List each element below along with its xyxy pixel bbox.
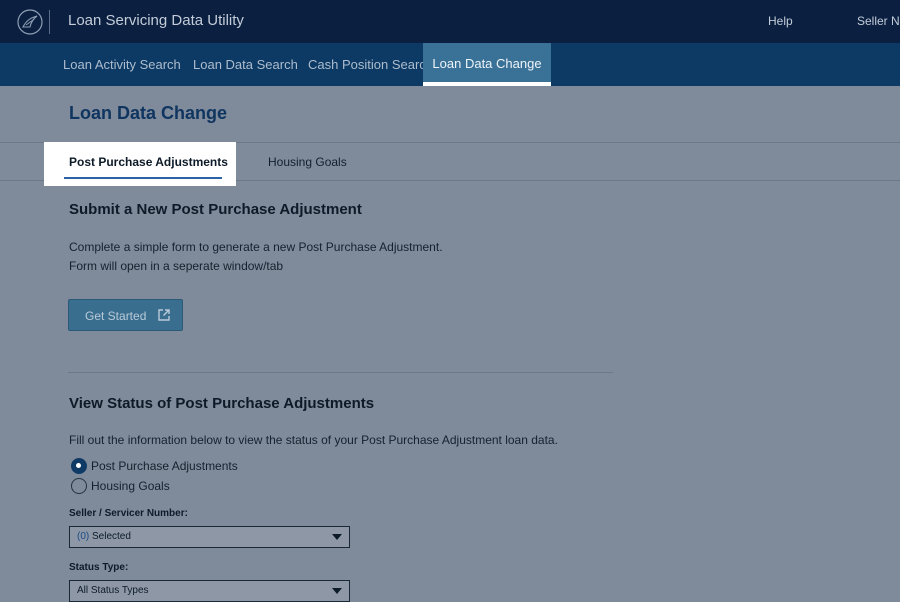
status-type-value: All Status Types <box>77 585 149 596</box>
radio-label-post-purchase-adjustments: Post Purchase Adjustments <box>91 459 238 473</box>
seller-servicer-select[interactable]: (0) Selected <box>69 526 350 548</box>
top-bar: Loan Servicing Data Utility Help Seller … <box>0 0 900 43</box>
status-section-heading: View Status of Post Purchase Adjustments <box>69 395 375 412</box>
submit-section-heading: Submit a New Post Purchase Adjustment <box>69 201 362 218</box>
app-title: Loan Servicing Data Utility <box>68 12 244 29</box>
section-divider <box>68 372 613 373</box>
seller-servicer-label: Seller / Servicer Number: <box>69 508 188 519</box>
nav-loan-data-change[interactable]: Loan Data Change <box>423 43 551 86</box>
radio-post-purchase-adjustments[interactable] <box>71 458 87 474</box>
status-description: Fill out the information below to view t… <box>69 433 558 447</box>
chevron-down-icon <box>332 588 342 594</box>
tab-housing-goals[interactable]: Housing Goals <box>268 155 347 169</box>
get-started-label: Get Started <box>85 309 147 323</box>
nav-loan-activity-search[interactable]: Loan Activity Search <box>63 43 181 86</box>
nav-loan-data-search[interactable]: Loan Data Search <box>193 43 298 86</box>
seller-number-link[interactable]: Seller No <box>857 14 900 28</box>
submit-description-line2: Form will open in a seperate window/tab <box>69 259 284 273</box>
help-link[interactable]: Help <box>768 14 793 28</box>
tab-label: Post Purchase Adjustments <box>69 155 228 169</box>
seller-select-value: (0) Selected <box>77 531 131 542</box>
main-nav: Loan Activity Search Loan Data Search Ca… <box>0 43 900 86</box>
active-tab-indicator <box>64 177 222 179</box>
radio-label-housing-goals: Housing Goals <box>91 479 170 493</box>
nav-cash-position-search[interactable]: Cash Position Search <box>308 43 433 86</box>
chevron-down-icon <box>332 534 342 540</box>
status-type-select[interactable]: All Status Types <box>69 580 350 602</box>
selected-text: Selected <box>92 531 131 542</box>
logo-separator <box>49 10 50 34</box>
external-link-icon <box>158 309 170 321</box>
selected-count: (0) <box>77 531 90 542</box>
status-type-label: Status Type: <box>69 562 129 573</box>
page-title: Loan Data Change <box>69 103 228 123</box>
submit-description-line1: Complete a simple form to generate a new… <box>69 240 443 254</box>
tab-post-purchase-adjustments[interactable]: Post Purchase Adjustments <box>44 142 236 186</box>
company-logo-icon[interactable] <box>17 9 43 35</box>
radio-housing-goals[interactable] <box>71 478 87 494</box>
get-started-button[interactable]: Get Started <box>68 299 183 331</box>
